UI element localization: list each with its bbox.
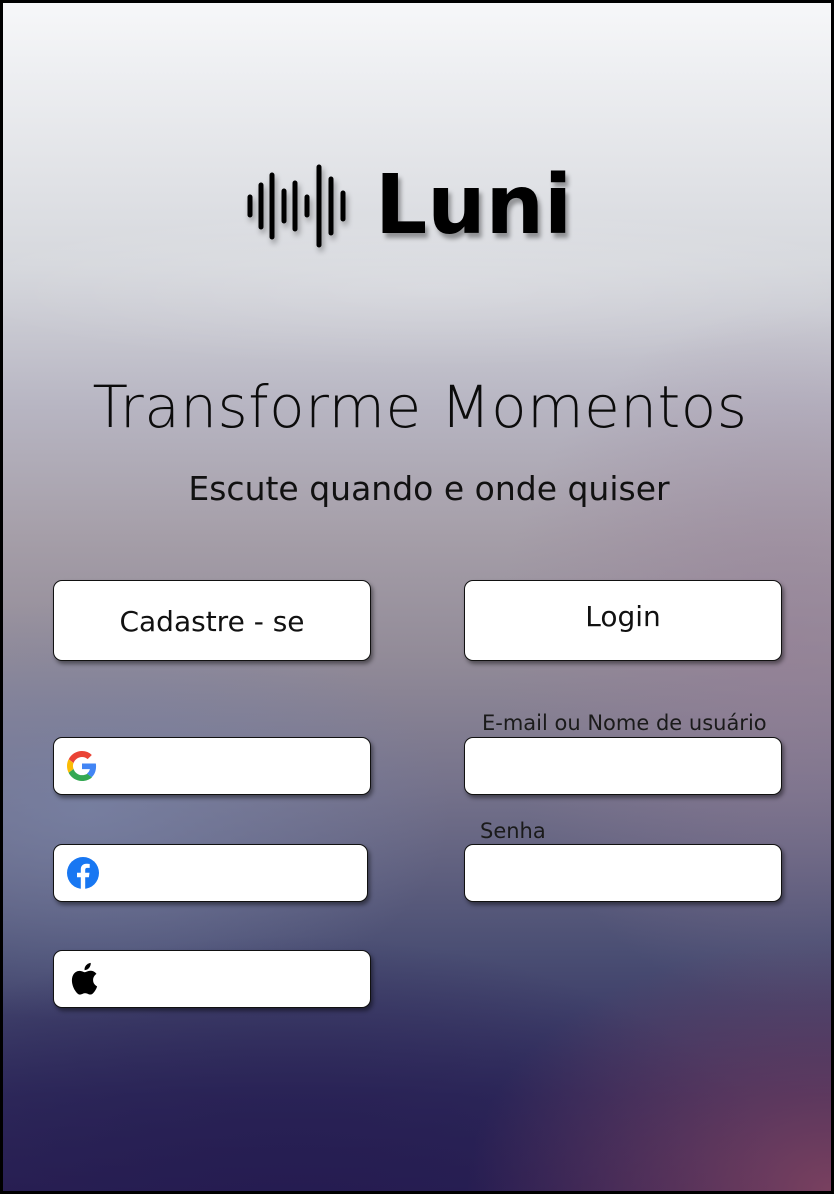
username-input[interactable] bbox=[464, 737, 782, 795]
brand-name: Luni bbox=[375, 158, 573, 253]
login-screen: Luni Transforme Momentos Escute quando e… bbox=[0, 0, 834, 1194]
facebook-icon bbox=[67, 857, 99, 889]
signup-button[interactable]: Cadastre - se bbox=[53, 580, 371, 661]
google-login-button[interactable] bbox=[53, 737, 371, 795]
username-label: E-mail ou Nome de usuário bbox=[482, 711, 767, 735]
login-button[interactable]: Login bbox=[464, 580, 782, 661]
password-label: Senha bbox=[480, 819, 546, 843]
apple-login-button[interactable] bbox=[53, 950, 371, 1008]
facebook-login-button[interactable] bbox=[53, 844, 368, 902]
apple-icon bbox=[71, 962, 98, 995]
page-subheadline: Escute quando e onde quiser bbox=[188, 469, 670, 508]
brand-logo: Luni bbox=[245, 161, 572, 251]
page-headline: Transforme Momentos bbox=[92, 373, 748, 441]
sound-wave-icon bbox=[247, 164, 346, 248]
google-icon bbox=[67, 751, 97, 781]
password-input[interactable] bbox=[464, 844, 782, 902]
